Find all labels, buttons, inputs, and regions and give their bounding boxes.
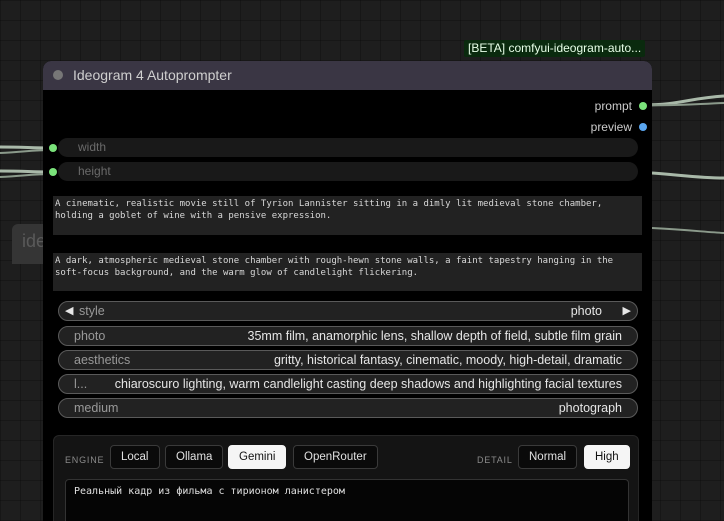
wire-right-low [651,227,724,234]
aesthetics-value: gritty, historical fantasy, cinematic, m… [273,353,622,367]
style-prev-arrow-icon[interactable]: ◀ [65,302,73,320]
style-label: style [79,304,105,318]
output-preview: preview [591,119,632,135]
node-header[interactable]: Ideogram 4 Autoprompter [43,61,652,90]
subject-textarea[interactable]: A cinematic, realistic movie still of Ty… [53,196,642,235]
photo-value: 35mm film, anamorphic lens, shallow dept… [247,329,622,343]
preview-output-textarea[interactable]: Реальный кадр из фильма с тирионом ланис… [65,479,629,521]
photo-label: photo [74,329,106,343]
height-widget[interactable]: height [58,162,638,181]
detail-normal-button[interactable]: Normal [518,445,578,469]
lighting-value: chiaroscuro lighting, warm candlelight c… [114,377,622,391]
node-title: Ideogram 4 Autoprompter [73,67,232,83]
scene-textarea[interactable]: A dark, atmospheric medieval stone chamb… [53,253,642,291]
aesthetics-combo[interactable]: aesthetics gritty, historical fantasy, c… [58,350,638,370]
medium-combo[interactable]: medium photograph [58,398,638,418]
medium-value: photograph [558,401,622,415]
node-badge: [BETA] comfyui-ideogram-auto... [464,40,646,57]
input-height-socket-icon[interactable] [49,168,57,176]
medium-label: medium [74,401,119,415]
output-prompt-label: prompt [594,99,632,113]
output-prompt: prompt [595,98,632,114]
output-prompt-socket-icon[interactable] [639,102,647,110]
height-label: height [78,164,111,178]
photo-combo[interactable]: photo 35mm film, anamorphic lens, shallo… [58,326,638,346]
input-width-socket-icon[interactable] [49,144,57,152]
style-combo[interactable]: ◀ style photo ▶ [58,301,638,321]
engine-ollama-button[interactable]: Ollama [165,445,224,469]
collapse-dot-icon[interactable] [53,70,63,80]
width-widget[interactable]: width [58,138,638,157]
style-next-arrow-icon[interactable]: ▶ [623,302,631,320]
wire-prompt-out [642,94,724,107]
width-label: width [78,140,107,154]
engine-panel: ENGINE Local Ollama Gemini OpenRouter DE… [53,435,639,521]
autoprompter-node[interactable]: Ideogram 4 Autoprompter prompt preview w… [43,61,652,521]
output-preview-label: preview [590,120,632,134]
style-value: photo [570,304,602,318]
output-preview-socket-icon[interactable] [639,123,647,131]
engine-gemini-button[interactable]: Gemini [228,445,287,469]
lighting-label: l... [74,377,88,391]
engine-openrouter-button[interactable]: OpenRouter [293,445,378,469]
aesthetics-label: aesthetics [74,353,131,367]
engine-label: ENGINE [65,455,105,465]
engine-local-button[interactable]: Local [110,445,160,469]
wire-right-mid [651,171,724,180]
detail-high-button[interactable]: High [584,445,630,469]
detail-label: DETAIL [477,455,513,465]
lighting-combo[interactable]: l... chiaroscuro lighting, warm candleli… [58,374,638,394]
wire-prompt-out-2 [642,102,724,107]
